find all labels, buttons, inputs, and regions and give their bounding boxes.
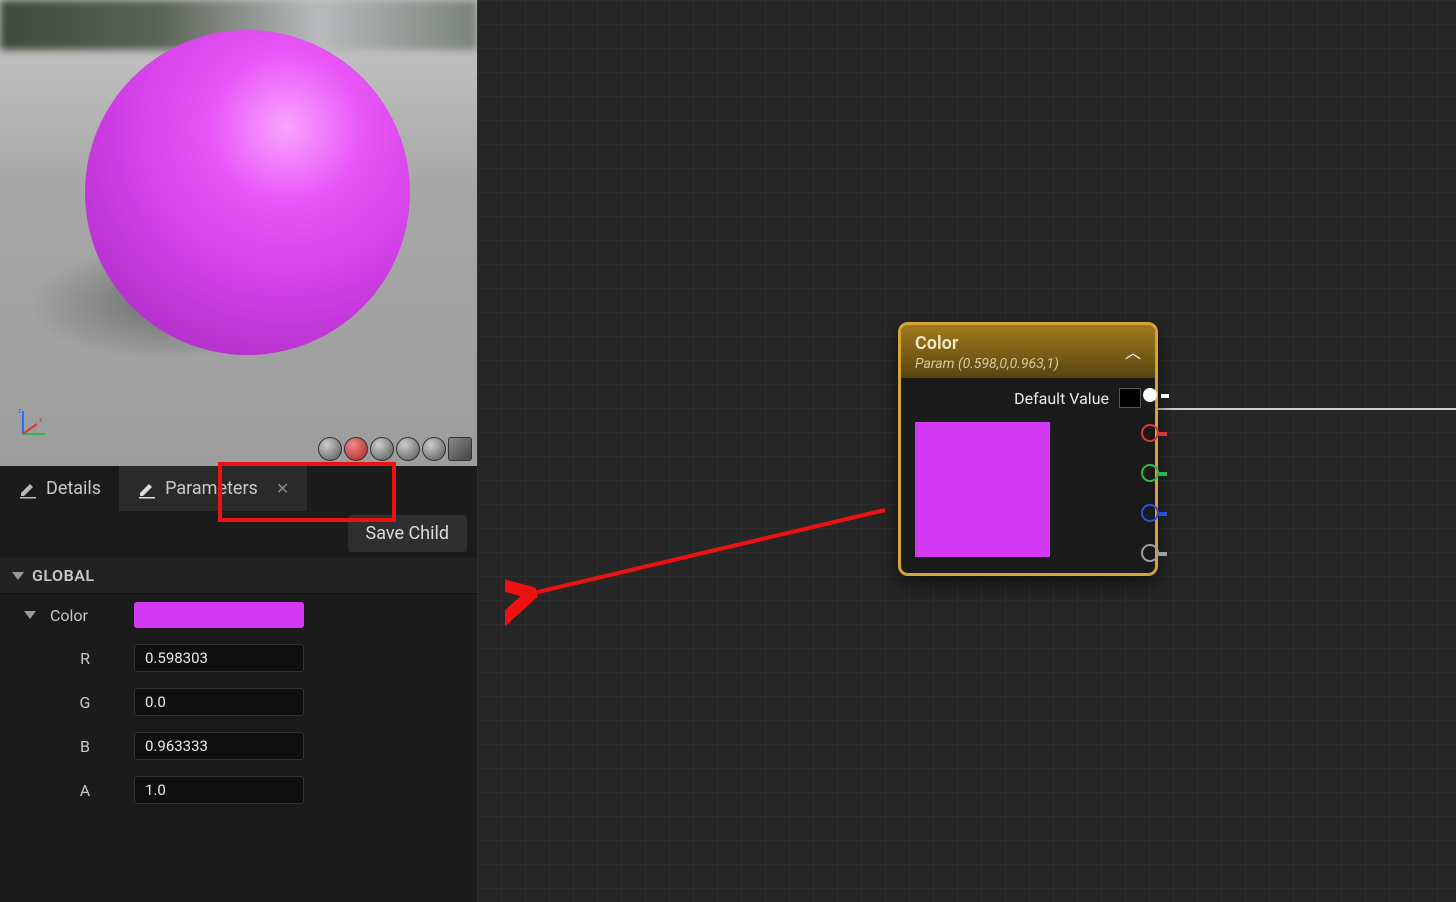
channel-b-label: B [50, 737, 120, 756]
save-child-row: Save Child [0, 511, 477, 558]
save-child-button[interactable]: Save Child [348, 515, 468, 552]
axis-gizmo-icon: z x [15, 406, 50, 441]
preview-shape-cube2[interactable] [396, 437, 420, 461]
parameters-panel: GLOBAL Color R G B A [0, 558, 477, 902]
pin-output-g[interactable] [1141, 464, 1159, 482]
param-row-b: B [0, 724, 477, 768]
param-row-r: R [0, 636, 477, 680]
channel-g-label: G [50, 693, 120, 712]
pin-output-a[interactable] [1141, 544, 1159, 562]
tab-details[interactable]: Details [0, 466, 119, 511]
close-icon[interactable]: ✕ [276, 479, 289, 498]
color-swatch[interactable] [134, 602, 304, 628]
node-header[interactable]: Color Param (0.598,0,0.963,1) ︿ [901, 325, 1155, 378]
preview-shape-custom[interactable] [448, 437, 472, 461]
chevron-up-icon[interactable]: ︿ [1125, 339, 1141, 363]
group-global-label: GLOBAL [32, 566, 95, 585]
svg-text:x: x [39, 416, 43, 424]
default-value-label: Default Value [1014, 389, 1109, 408]
svg-text:z: z [18, 407, 22, 415]
node-title: Color [915, 333, 1141, 354]
channel-a-input[interactable] [134, 776, 304, 804]
left-panel: z x Details Parameters ✕ [0, 0, 477, 902]
tab-details-label: Details [46, 478, 101, 499]
preview-sphere [85, 30, 410, 355]
node-subtitle: Param (0.598,0,0.963,1) [915, 356, 1141, 372]
pin-output-b[interactable] [1141, 504, 1159, 522]
node-output-wire[interactable] [1148, 408, 1456, 410]
material-preview-viewport[interactable]: z x [0, 0, 477, 466]
preview-shape-mesh[interactable] [422, 437, 446, 461]
default-value-swatch[interactable] [1119, 388, 1141, 408]
channel-r-label: R [50, 649, 120, 668]
tab-parameters[interactable]: Parameters ✕ [119, 466, 307, 511]
preview-shape-plane[interactable] [370, 437, 394, 461]
param-row-color[interactable]: Color [0, 594, 477, 636]
details-tabs-row: Details Parameters ✕ [0, 466, 477, 511]
channel-r-input[interactable] [134, 644, 304, 672]
preview-shape-cylinder[interactable] [318, 437, 342, 461]
preview-shape-sphere[interactable] [344, 437, 368, 461]
node-body: Default Value [901, 378, 1155, 573]
pin-output-rgba[interactable] [1143, 388, 1157, 402]
tab-parameters-label: Parameters [165, 478, 258, 499]
param-row-a: A [0, 768, 477, 812]
channel-g-input[interactable] [134, 688, 304, 716]
edit-icon [18, 479, 38, 499]
channel-a-label: A [50, 781, 120, 800]
node-color-param[interactable]: Color Param (0.598,0,0.963,1) ︿ Default … [898, 322, 1158, 576]
edit-icon [137, 479, 157, 499]
pin-output-r[interactable] [1141, 424, 1159, 442]
node-preview-swatch [915, 422, 1050, 557]
node-default-value-row: Default Value [915, 388, 1141, 408]
chevron-down-icon [12, 572, 24, 580]
chevron-down-icon [24, 611, 36, 619]
channel-b-input[interactable] [134, 732, 304, 760]
group-header-global[interactable]: GLOBAL [0, 558, 477, 594]
param-color-label: Color [50, 606, 120, 625]
param-row-g: G [0, 680, 477, 724]
preview-shape-selector [318, 437, 472, 461]
node-output-pins [1141, 388, 1159, 562]
